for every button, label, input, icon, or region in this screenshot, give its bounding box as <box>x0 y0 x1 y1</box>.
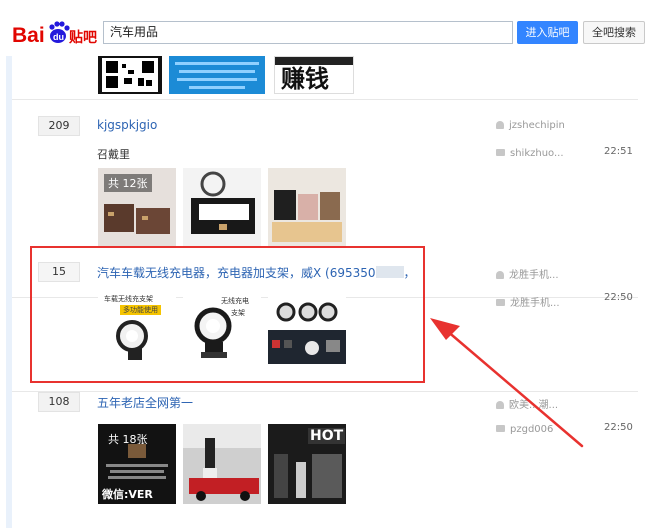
thread-author[interactable]: jzshechipin <box>496 120 565 131</box>
thumbnail-text: 微信:VER <box>102 488 153 501</box>
all-tieba-search-button[interactable]: 全吧搜索 <box>583 21 645 44</box>
author-name[interactable]: 欧美...潮... <box>509 400 558 411</box>
thread-thumbnail[interactable] <box>183 424 261 504</box>
thread-thumbnail[interactable]: 共 18张 微信:VER <box>98 424 176 504</box>
last-reply-time: 22:50 <box>604 422 633 433</box>
last-reply-time: 22:50 <box>604 292 633 303</box>
author-name[interactable]: jzshechipin <box>509 120 565 131</box>
last-reply-time: 22:51 <box>604 146 633 157</box>
thread-thumbnail[interactable] <box>98 56 162 94</box>
thread-author[interactable]: 欧美...潮... <box>496 396 558 411</box>
thread-thumbnail[interactable] <box>169 56 265 94</box>
reply-user-name[interactable]: pzgd006 <box>510 424 553 435</box>
last-reply-user[interactable]: 龙胜手机... <box>496 294 560 309</box>
reply-icon <box>496 299 505 306</box>
reply-icon <box>496 149 505 156</box>
baidu-paw-icon: du <box>49 21 70 43</box>
author-name[interactable]: 龙胜手机... <box>509 270 559 281</box>
thread-item-partial[interactable]: 赚钱 <box>12 56 638 100</box>
image-count-badge: 共 12张 <box>104 174 152 192</box>
last-reply-user[interactable]: shikzhuo... <box>496 148 564 159</box>
search-input[interactable]: 汽车用品 <box>103 21 513 44</box>
header: Bai du 贴吧 汽车用品 进入贴吧 全吧搜索 <box>0 0 650 62</box>
thread-thumbnail[interactable]: HOT <box>268 424 346 504</box>
thread-thumbnail[interactable] <box>183 168 261 246</box>
thumbnail-text: 赚钱 <box>281 65 329 93</box>
thread-title-link[interactable]: 五年老店全网第一 <box>97 394 193 411</box>
svg-text:贴吧: 贴吧 <box>69 29 97 46</box>
highlight-box-annotation <box>30 246 425 383</box>
svg-text:Bai: Bai <box>12 24 45 47</box>
thread-thumbnail[interactable] <box>268 168 346 246</box>
thread-thumbnail[interactable]: 赚钱 <box>274 56 354 94</box>
thread-excerpt: 召戴里 <box>97 148 130 161</box>
thread-author[interactable]: 龙胜手机... <box>496 266 559 281</box>
reply-count-badge: 108 <box>38 392 80 412</box>
last-reply-user[interactable]: pzgd006 <box>496 424 553 435</box>
user-icon <box>496 271 504 279</box>
enter-tieba-button[interactable]: 进入贴吧 <box>517 21 578 44</box>
user-icon <box>496 401 504 409</box>
reply-icon <box>496 425 505 432</box>
reply-user-name[interactable]: 龙胜手机... <box>510 298 560 309</box>
thread-thumbnail[interactable]: 共 12张 <box>98 168 176 246</box>
reply-user-name[interactable]: shikzhuo... <box>510 148 564 159</box>
baidu-tieba-logo[interactable]: Bai du 贴吧 <box>12 18 98 48</box>
reply-count-badge: 209 <box>38 116 80 136</box>
svg-text:du: du <box>53 32 64 42</box>
user-icon <box>496 121 504 129</box>
thread-title-link[interactable]: kjgspkjgio <box>97 118 157 132</box>
thread-item[interactable]: 108 五年老店全网第一 欧美...潮... pzgd006 22:50 共 1… <box>12 386 638 528</box>
